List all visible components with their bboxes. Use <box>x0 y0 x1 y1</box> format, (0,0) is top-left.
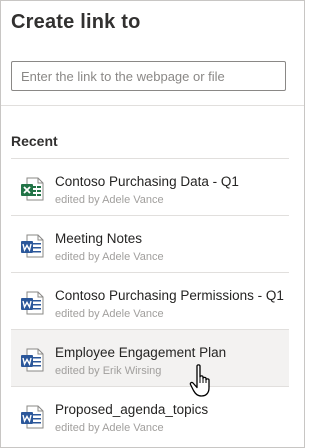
file-editor: edited by Erik Wirsing <box>55 365 162 377</box>
recent-file-item[interactable]: Meeting Notes edited by Adele Vance <box>11 215 289 272</box>
recent-file-item[interactable]: Proposed_agenda_topics edited by Adele V… <box>11 386 289 443</box>
word-file-icon <box>21 291 44 315</box>
recent-file-item[interactable]: Contoso Purchasing Permissions - Q1 edit… <box>11 272 289 329</box>
panel-title: Create link to <box>11 11 141 33</box>
hand-pointer-cursor-icon <box>189 364 210 397</box>
file-name: Contoso Purchasing Data - Q1 <box>55 174 239 189</box>
word-file-icon <box>21 234 44 258</box>
divider <box>1 105 304 106</box>
file-editor: edited by Adele Vance <box>55 194 164 206</box>
file-editor: edited by Adele Vance <box>55 251 164 263</box>
link-url-input[interactable] <box>11 61 286 91</box>
recent-file-item-hovered[interactable]: Employee Engagement Plan edited by Erik … <box>11 329 289 386</box>
recent-section-label: Recent <box>11 133 58 149</box>
create-link-panel: Create link to Recent Contoso Purchasing… <box>0 0 305 448</box>
file-name: Proposed_agenda_topics <box>55 402 209 417</box>
file-name: Contoso Purchasing Permissions - Q1 <box>55 288 284 303</box>
file-editor: edited by Adele Vance <box>55 422 164 434</box>
word-file-icon <box>21 348 44 372</box>
file-name: Meeting Notes <box>55 231 143 246</box>
word-file-icon <box>21 405 44 429</box>
excel-file-icon <box>21 177 44 201</box>
recent-files-list: Contoso Purchasing Data - Q1 edited by A… <box>11 158 289 443</box>
file-name: Employee Engagement Plan <box>55 345 227 360</box>
file-editor: edited by Adele Vance <box>55 308 164 320</box>
recent-file-item[interactable]: Contoso Purchasing Data - Q1 edited by A… <box>11 158 289 215</box>
